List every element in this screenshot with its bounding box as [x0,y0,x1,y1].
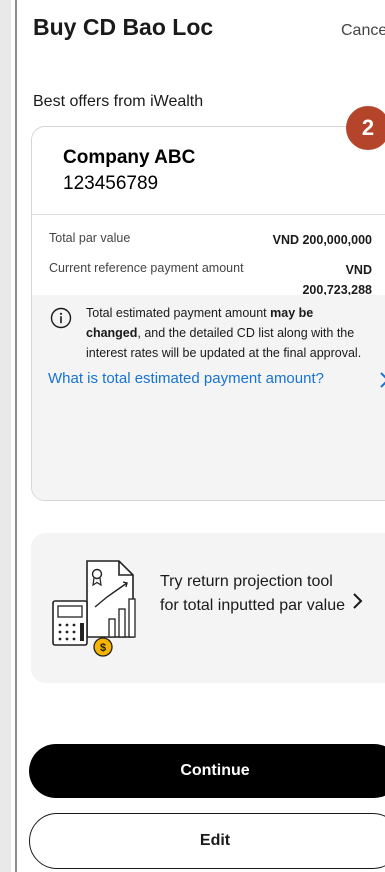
total-par-value-label: Total par value [49,231,131,245]
note-text: Total estimated payment amount may be ch… [86,303,371,363]
reference-payment-label: Current reference payment amount [49,261,244,275]
chevron-right-icon[interactable] [378,370,385,390]
total-par-value: VND 200,000,000 [272,233,372,247]
estimated-amount-info-link[interactable]: What is total estimated payment amount? [48,370,385,392]
continue-button[interactable]: Continue [29,744,385,798]
chevron-right-icon[interactable] [351,591,365,611]
offer-card: Company ABC 123456789 Total par value VN… [31,126,385,501]
left-edge-panel [0,0,11,872]
card-divider [32,214,385,215]
return-projection-illustration: $ [52,560,136,657]
company-code: 123456789 [63,173,159,194]
cancel-button[interactable]: Cance [341,22,385,40]
edit-button[interactable]: Edit [29,813,385,869]
note-text-part: Total estimated payment amount [86,306,271,320]
company-name: Company ABC [63,147,196,168]
reference-payment-value: VND 200,723,288 [302,260,372,300]
svg-text:$: $ [100,642,106,654]
return-projection-text: Try return projection tool for total inp… [160,573,346,614]
info-icon [50,307,72,329]
left-edge-divider [15,0,17,872]
step-badge: 2 [346,106,385,150]
section-title: Best offers from iWealth [33,93,204,110]
return-projection-card[interactable]: $ Try return projection tool for total i… [31,533,385,683]
page-title: Buy CD Bao Loc [33,14,214,40]
reference-payment-currency: VND [345,263,372,277]
